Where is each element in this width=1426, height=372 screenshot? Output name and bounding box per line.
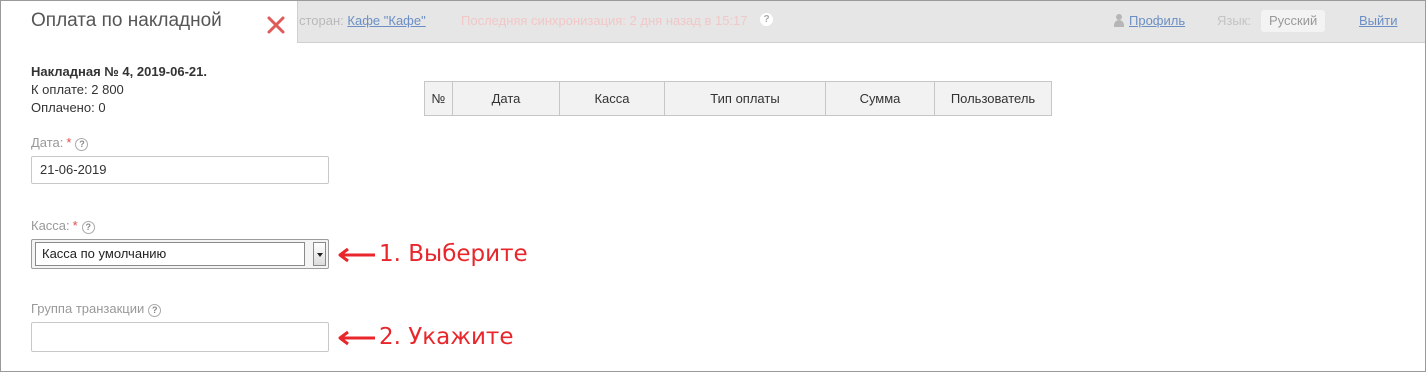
arrow-left-icon bbox=[338, 330, 375, 346]
date-input[interactable]: 21-06-2019 bbox=[31, 156, 329, 184]
help-icon[interactable]: ? bbox=[81, 221, 95, 234]
column-header-cashbox[interactable]: Касса bbox=[559, 81, 665, 116]
annotation-step-1-text: 1. Выберите bbox=[379, 241, 528, 267]
required-mark: * bbox=[72, 218, 78, 233]
window-title-tab: Оплата по накладной bbox=[1, 1, 298, 43]
transaction-group-input[interactable] bbox=[31, 322, 329, 352]
restaurant-info: сторан: Кафе "Кафе" bbox=[299, 13, 426, 28]
transaction-group-label: Группа транзакции bbox=[31, 301, 145, 316]
help-icon[interactable]: ? bbox=[148, 304, 162, 317]
column-header-number[interactable]: № bbox=[424, 81, 453, 116]
language-selector[interactable]: Русский bbox=[1261, 10, 1326, 32]
invoice-paid: Оплачено: 0 bbox=[31, 100, 106, 115]
payments-table: № Дата Касса Тип оплаты Сумма Пользовате… bbox=[424, 81, 1052, 116]
logout-container: Выйти bbox=[1359, 13, 1398, 28]
page-title: Оплата по накладной bbox=[31, 10, 222, 31]
arrow-left-icon bbox=[338, 247, 375, 263]
invoice-to-pay: К оплате: 2 800 bbox=[31, 82, 124, 97]
user-icon bbox=[1113, 14, 1125, 27]
date-label: Дата: bbox=[31, 135, 64, 150]
chevron-down-icon[interactable] bbox=[313, 242, 326, 266]
sync-status: Последняя синхронизация: 2 дня назад в 1… bbox=[461, 13, 748, 28]
table-header-row: № Дата Касса Тип оплаты Сумма Пользовате… bbox=[424, 81, 1052, 116]
transaction-group-label-row: Группа транзакции? bbox=[31, 301, 162, 317]
date-label-row: Дата: *? bbox=[31, 135, 89, 151]
close-icon[interactable] bbox=[265, 14, 287, 36]
invoice-title: Накладная № 4, 2019-06-21. bbox=[31, 64, 207, 79]
language-label: Язык: bbox=[1217, 13, 1251, 28]
annotation-step-2-text: 2. Укажите bbox=[379, 324, 514, 350]
logout-link[interactable]: Выйти bbox=[1359, 13, 1398, 28]
cashbox-selected-value[interactable]: Касса по умолчанию bbox=[35, 242, 305, 266]
sync-help-icon[interactable]: ? bbox=[760, 13, 773, 26]
column-header-payment-type[interactable]: Тип оплаты bbox=[664, 81, 826, 116]
column-header-amount[interactable]: Сумма bbox=[825, 81, 935, 116]
help-icon[interactable]: ? bbox=[75, 138, 89, 151]
cashbox-label-row: Касса: *? bbox=[31, 218, 95, 234]
column-header-user[interactable]: Пользователь bbox=[934, 81, 1052, 116]
cashbox-label: Касса: bbox=[31, 218, 70, 233]
profile-menu[interactable]: Профиль bbox=[1113, 13, 1185, 28]
restaurant-link[interactable]: Кафе "Кафе" bbox=[347, 13, 425, 28]
app-window: сторан: Кафе "Кафе" Последняя синхрониза… bbox=[0, 0, 1426, 372]
cashbox-select[interactable]: Касса по умолчанию bbox=[31, 239, 329, 269]
profile-link[interactable]: Профиль bbox=[1129, 13, 1185, 28]
restaurant-label: сторан: bbox=[299, 13, 344, 28]
required-mark: * bbox=[66, 135, 72, 150]
column-header-date[interactable]: Дата bbox=[452, 81, 560, 116]
